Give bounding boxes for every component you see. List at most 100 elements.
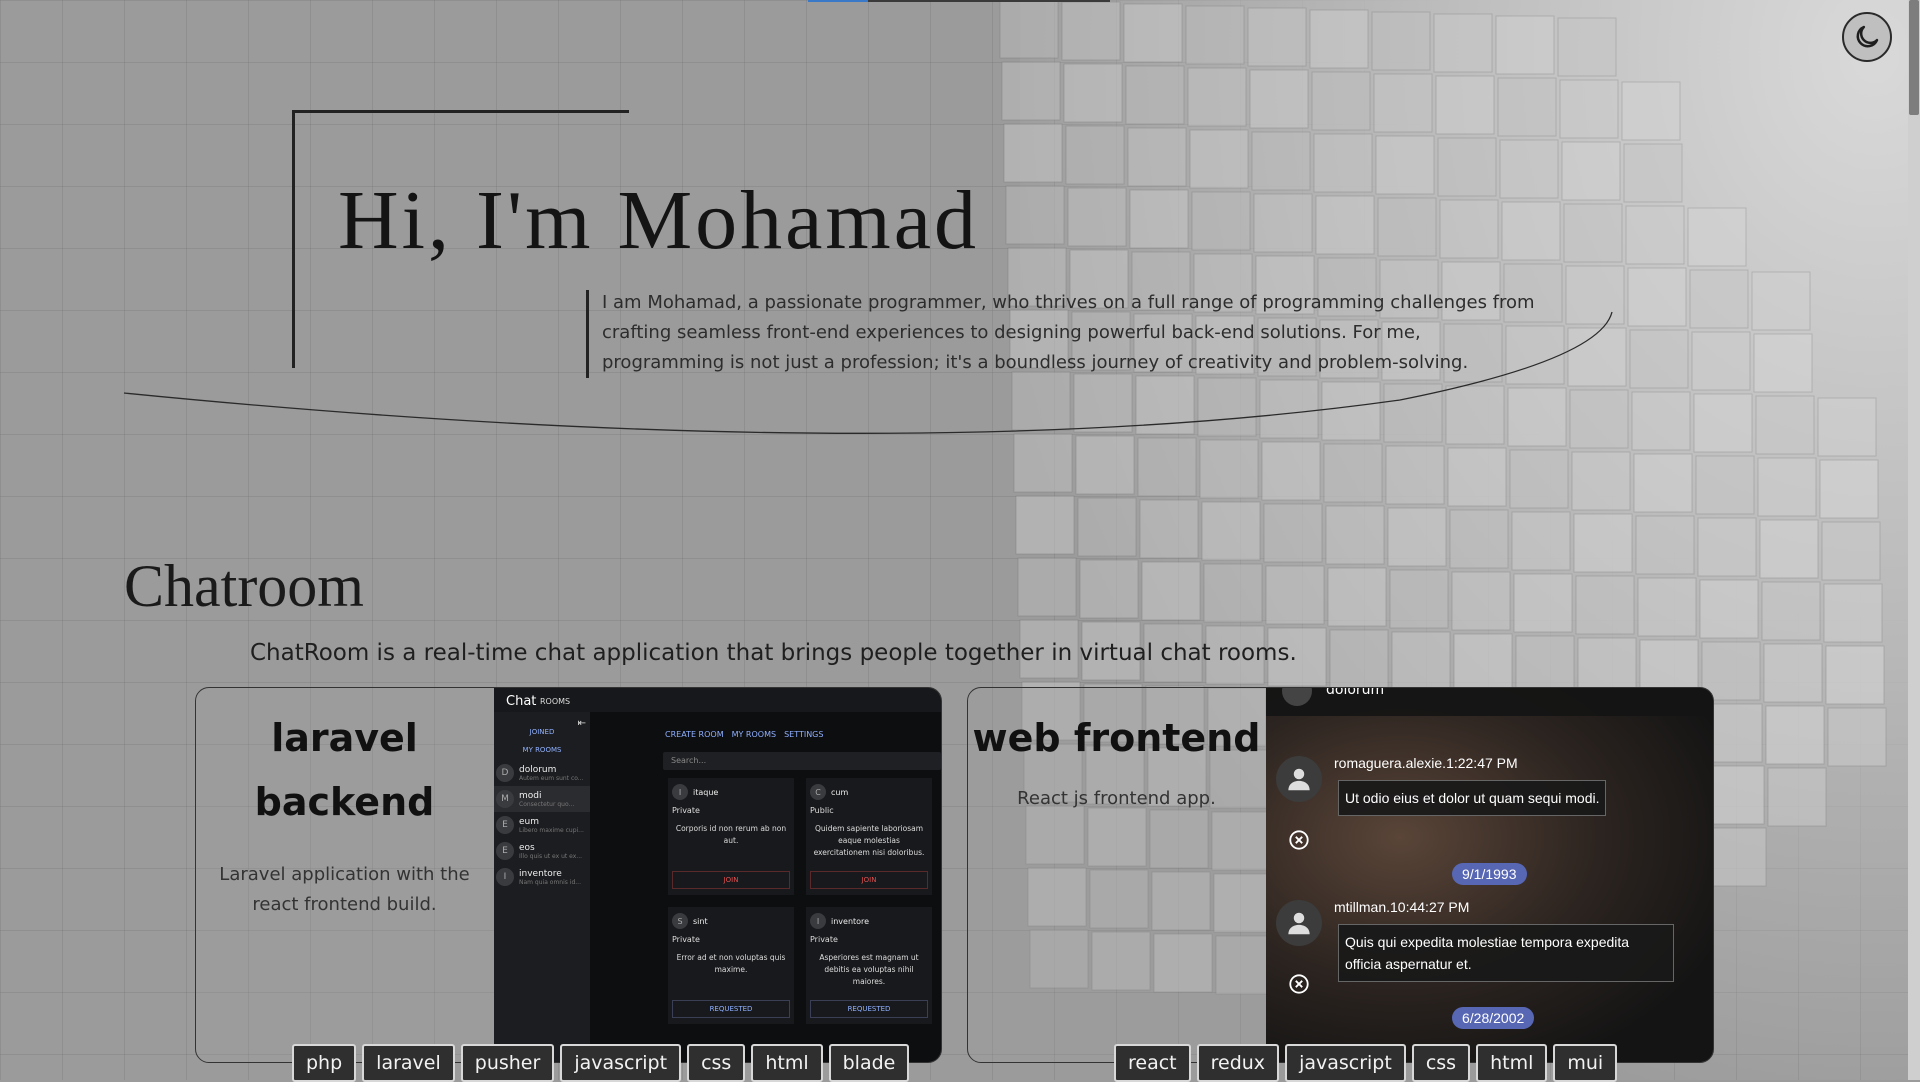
room-card-header: Iinventore xyxy=(806,907,932,929)
room-card-header: Ssint xyxy=(668,907,794,929)
chat-app-nav: CREATE ROOM MY ROOMS SETTINGS xyxy=(665,730,823,739)
room-card-visibility: Private xyxy=(672,806,700,815)
chat-room-item[interactable]: Iinventore Nam quia omnis id... xyxy=(494,864,590,890)
card-text-area: laravel backend Laravel application with… xyxy=(196,688,493,1062)
project-card-laravel[interactable]: laravel backend Laravel application with… xyxy=(195,687,942,1063)
card-description: React js frontend app. xyxy=(1017,788,1216,809)
room-card-avatar: S xyxy=(672,913,688,929)
room-card-body: Asperiores est magnam ut debitis ea volu… xyxy=(819,953,919,986)
delete-message-icon[interactable] xyxy=(1288,973,1310,995)
project-description: ChatRoom is a real-time chat application… xyxy=(250,640,1297,666)
room-card-name: cum xyxy=(831,787,849,797)
chat-app-rooms-tab: ROOMS xyxy=(540,697,571,706)
room-card-action-button[interactable]: JOIN xyxy=(672,871,790,889)
card-title-line1: laravel xyxy=(271,716,418,760)
room-card-name: sint xyxy=(693,916,708,926)
chat-room-item[interactable]: Ddolorum Autem eum sunt co... xyxy=(494,760,590,786)
room-card-avatar: I xyxy=(810,913,826,929)
room-name: eum xyxy=(519,816,540,827)
card-title: web frontend xyxy=(972,716,1261,760)
room-avatar: E xyxy=(496,816,514,834)
message-author: mtillman.10:44:27 PM xyxy=(1334,899,1470,915)
chat-room-item[interactable]: Eeum Libero maxime cupi... xyxy=(494,812,590,838)
chat-room-item[interactable]: Mmodi Consectetur quo... xyxy=(494,786,590,812)
card-text-area: web frontend React js frontend app. xyxy=(968,688,1265,1062)
tech-tag[interactable]: laravel xyxy=(362,1044,455,1082)
message-author: romaguera.alexie.1:22:47 PM xyxy=(1334,755,1518,771)
room-card-name: inventore xyxy=(831,916,870,926)
room-name: modi xyxy=(519,790,542,801)
chat-room-card-grid: Iitaque Private Corporis id non rerum ab n… xyxy=(668,778,932,1024)
header-avatar xyxy=(1282,688,1312,706)
room-card: Ssint Private Error ad et non voluptas qui… xyxy=(668,907,794,1024)
chat-app-main: CREATE ROOM MY ROOMS SETTINGS Search... Ii… xyxy=(590,712,941,1062)
tech-tag[interactable]: blade xyxy=(828,1044,910,1082)
room-info: eum Libero maxime cupi... xyxy=(519,817,584,834)
tech-tag[interactable]: php xyxy=(292,1044,357,1082)
chat-app-brand: Chat xyxy=(506,694,537,709)
room-name: eos xyxy=(519,842,535,853)
room-avatar: M xyxy=(496,790,514,808)
room-card-action-button[interactable]: REQUESTED xyxy=(810,1000,928,1018)
tech-tag[interactable]: react xyxy=(1114,1044,1191,1082)
card-title: laravel backend xyxy=(196,706,493,834)
message-bubble: Ut odio eius et dolor ut quam sequi modi… xyxy=(1338,780,1607,816)
message-bubble: Quis qui expedita molestiae tempora expe… xyxy=(1338,924,1674,982)
chat-room-list: Ddolorum Autem eum sunt co... Mmodi Consect… xyxy=(494,760,590,890)
tech-tag[interactable]: pusher xyxy=(460,1044,555,1082)
web-app-header: dolorum xyxy=(1266,688,1713,716)
room-card-visibility: Public xyxy=(810,806,834,815)
tech-tag[interactable]: css xyxy=(1411,1044,1471,1082)
room-card-visibility: Private xyxy=(810,935,838,944)
room-card-body: Corporis id non rerum ab non aut. xyxy=(675,824,787,845)
room-preview: Libero maxime cupi... xyxy=(519,826,584,834)
chat-room-item[interactable]: Eeos Illo quis ut ex ut ex... xyxy=(494,838,590,864)
tech-tag[interactable]: javascript xyxy=(560,1044,682,1082)
room-info: dolorum Autem eum sunt co... xyxy=(519,765,584,782)
room-info: eos Illo quis ut ex ut ex... xyxy=(519,843,582,860)
room-preview: Consectetur quo... xyxy=(519,800,575,808)
room-preview: Autem eum sunt co... xyxy=(519,774,584,782)
project-title: Chatroom xyxy=(124,553,364,619)
joined-label: JOINED xyxy=(529,728,555,736)
room-info: modi Consectetur quo... xyxy=(519,791,574,808)
chat-nav-link[interactable]: CREATE ROOM xyxy=(665,730,724,739)
card-description: Laravel application with the react front… xyxy=(219,864,470,915)
web-app-screenshot: dolorum romaguera.alexie.1:22:47 PM Ut o… xyxy=(1266,688,1713,1062)
room-card: Ccum Public Quidem sapiente laboriosam eaq… xyxy=(806,778,932,895)
tech-tags-web-frontend: react redux javascript css html mui xyxy=(1114,1044,1618,1082)
tech-tag[interactable]: css xyxy=(687,1044,746,1082)
delete-message-icon[interactable] xyxy=(1288,829,1310,851)
room-name: inventore xyxy=(519,868,562,879)
tech-tag[interactable]: mui xyxy=(1553,1044,1618,1082)
chat-nav-link[interactable]: SETTINGS xyxy=(784,730,823,739)
room-preview: Nam quia omnis id... xyxy=(519,878,581,886)
chat-nav-link[interactable]: MY ROOMS xyxy=(732,730,776,739)
room-avatar: I xyxy=(496,868,514,886)
project-card-web-frontend[interactable]: web frontend React js frontend app. dolo… xyxy=(967,687,1714,1063)
tech-tag[interactable]: html xyxy=(1476,1044,1548,1082)
room-card-body: Error ad et non voluptas quis maxime. xyxy=(676,953,786,974)
chat-app-topbar: Chat ROOMS xyxy=(494,688,941,712)
room-preview: Illo quis ut ex ut ex... xyxy=(519,852,583,860)
chat-app-sidebar: ⇤ JOINED MY ROOMS Ddolorum Autem eum sunt… xyxy=(494,712,590,1062)
header-name: dolorum xyxy=(1326,688,1385,698)
room-card-name: itaque xyxy=(693,787,719,797)
tech-tag[interactable]: redux xyxy=(1196,1044,1280,1082)
date-separator: 6/28/2002 xyxy=(1452,1007,1535,1029)
room-card-body: Quidem sapiente laboriosam eaque molesti… xyxy=(813,824,925,857)
room-card-avatar: C xyxy=(810,784,826,800)
room-card-action-button[interactable]: REQUESTED xyxy=(672,1000,790,1018)
room-card: Iinventore Private Asperiores est magnam u… xyxy=(806,907,932,1024)
room-card: Iitaque Private Corporis id non rerum ab n… xyxy=(668,778,794,895)
tech-tags-laravel: php laravel pusher javascript css html blade xyxy=(292,1044,910,1082)
room-card-header: Iitaque xyxy=(668,778,794,800)
tech-tag[interactable]: html xyxy=(751,1044,823,1082)
room-avatar: E xyxy=(496,842,514,860)
tech-tag[interactable]: javascript xyxy=(1285,1044,1406,1082)
user-avatar-icon xyxy=(1276,900,1322,946)
room-info: inventore Nam quia omnis id... xyxy=(519,869,581,886)
room-card-action-button[interactable]: JOIN xyxy=(810,871,928,889)
chat-app-screenshot: Chat ROOMS ⇤ JOINED MY ROOMS Ddolorum Aut… xyxy=(494,688,941,1062)
room-name: dolorum xyxy=(519,764,557,775)
